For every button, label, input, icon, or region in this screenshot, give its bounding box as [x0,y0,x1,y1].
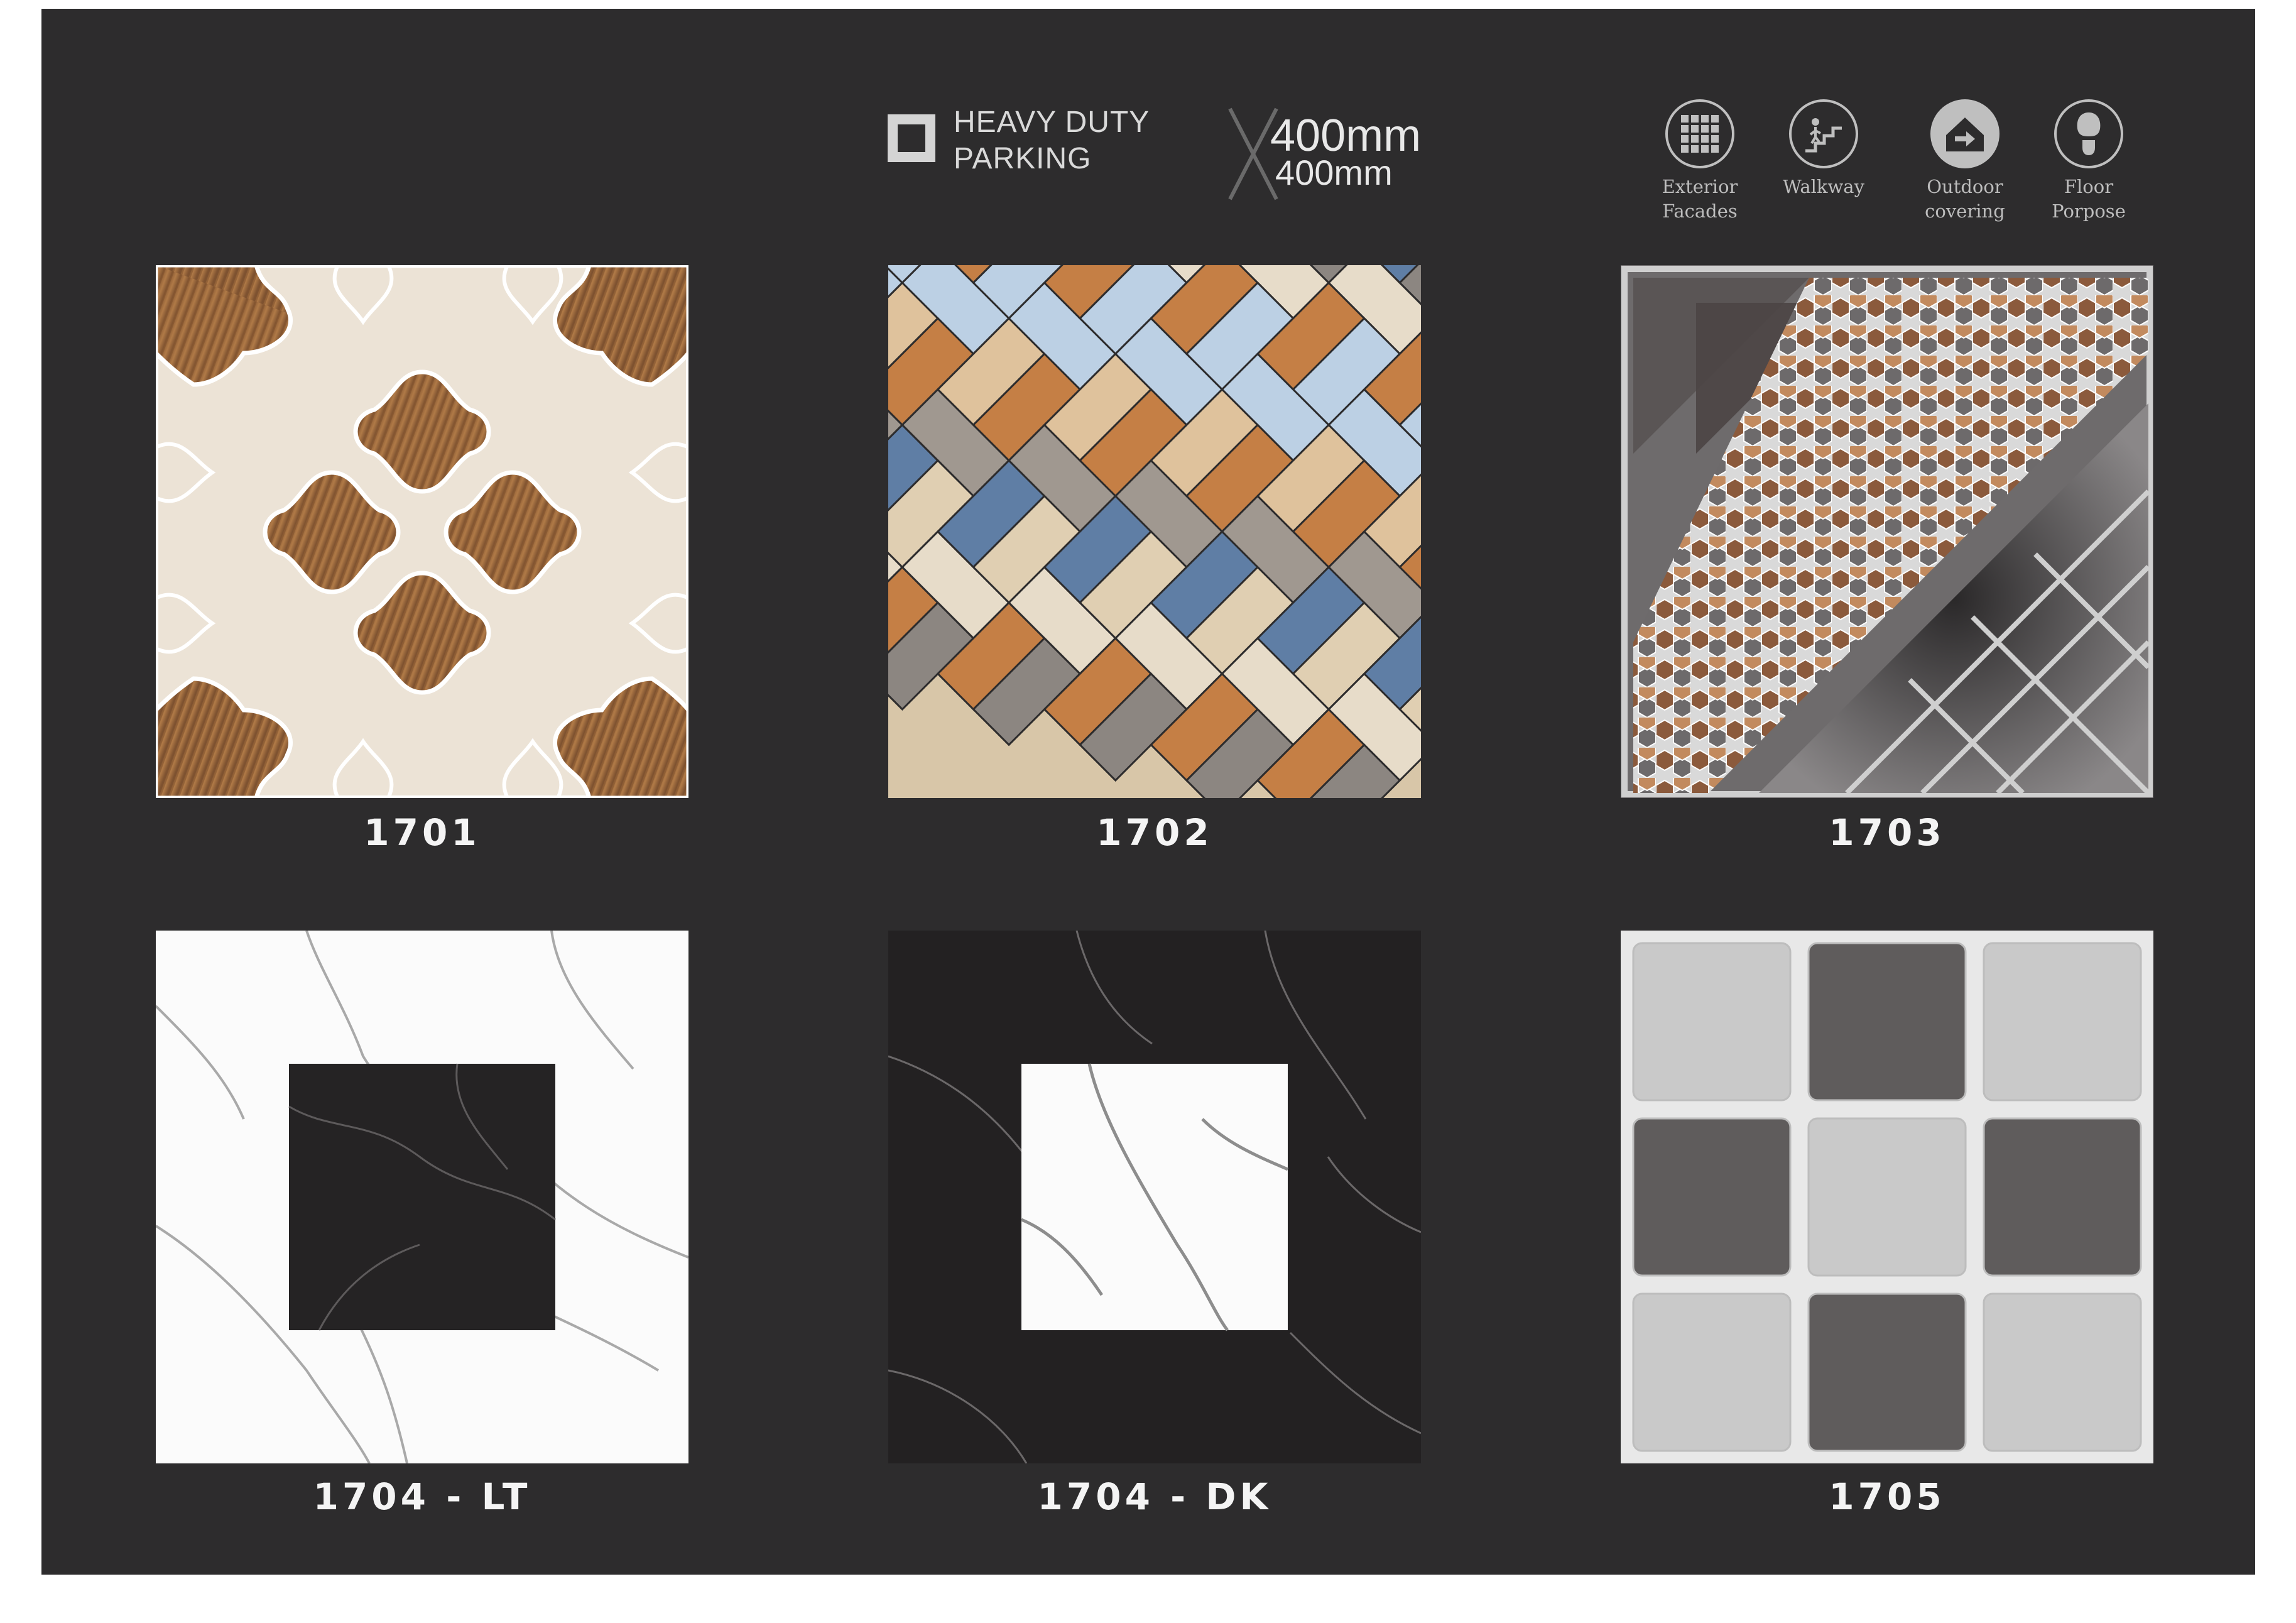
parking-square-icon [888,114,935,162]
application-walkway: Walkway [1761,99,1886,199]
tile-code: 1704 - LT [313,1475,531,1518]
application-exterior-facades: Exterior Facades [1637,99,1763,224]
tile-1704-dk-pattern [888,931,1421,1463]
tile-code: 1704 - DK [1037,1475,1272,1518]
application-label: Floor Porpose [2052,176,2126,222]
tile-code: 1702 [1096,811,1213,854]
tile-1705[interactable] [1621,931,2153,1463]
tile-1705-pattern [1621,931,2153,1463]
tile-1704-dk[interactable] [888,931,1421,1463]
tile-code: 1701 [364,811,481,854]
tile-1701-pattern [156,265,688,798]
application-label: Walkway [1783,176,1864,197]
tile-1704-lt[interactable] [156,931,688,1463]
tile-1704-lt-pattern [156,931,688,1463]
category-line-2: PARKING [954,142,1092,175]
grid-facade-icon [1665,99,1734,168]
tile-1703-pattern [1621,265,2153,798]
tile-1703[interactable] [1621,265,2153,798]
tile-code: 1705 [1829,1475,1945,1518]
walkway-stairs-icon [1789,99,1858,168]
category-line-1: HEAVY DUTY [954,106,1150,139]
application-label: Outdoor covering [1925,176,2005,222]
size-height: 400mm [1275,153,1393,192]
tile-code: 1703 [1829,811,1945,854]
application-outdoor-covering: Outdoor covering [1902,99,2028,224]
tile-1702[interactable] [888,265,1421,798]
application-label: Exterior Facades [1662,176,1738,222]
tile-1701[interactable] [156,265,688,798]
category-title: HEAVY DUTY PARKING [954,104,1150,177]
footprint-icon [2054,99,2123,168]
tile-1702-pattern [888,265,1421,798]
application-floor-purpose: Floor Porpose [2026,99,2152,224]
outdoor-house-icon [1930,99,1999,168]
size-width: 400mm [1270,111,1422,161]
